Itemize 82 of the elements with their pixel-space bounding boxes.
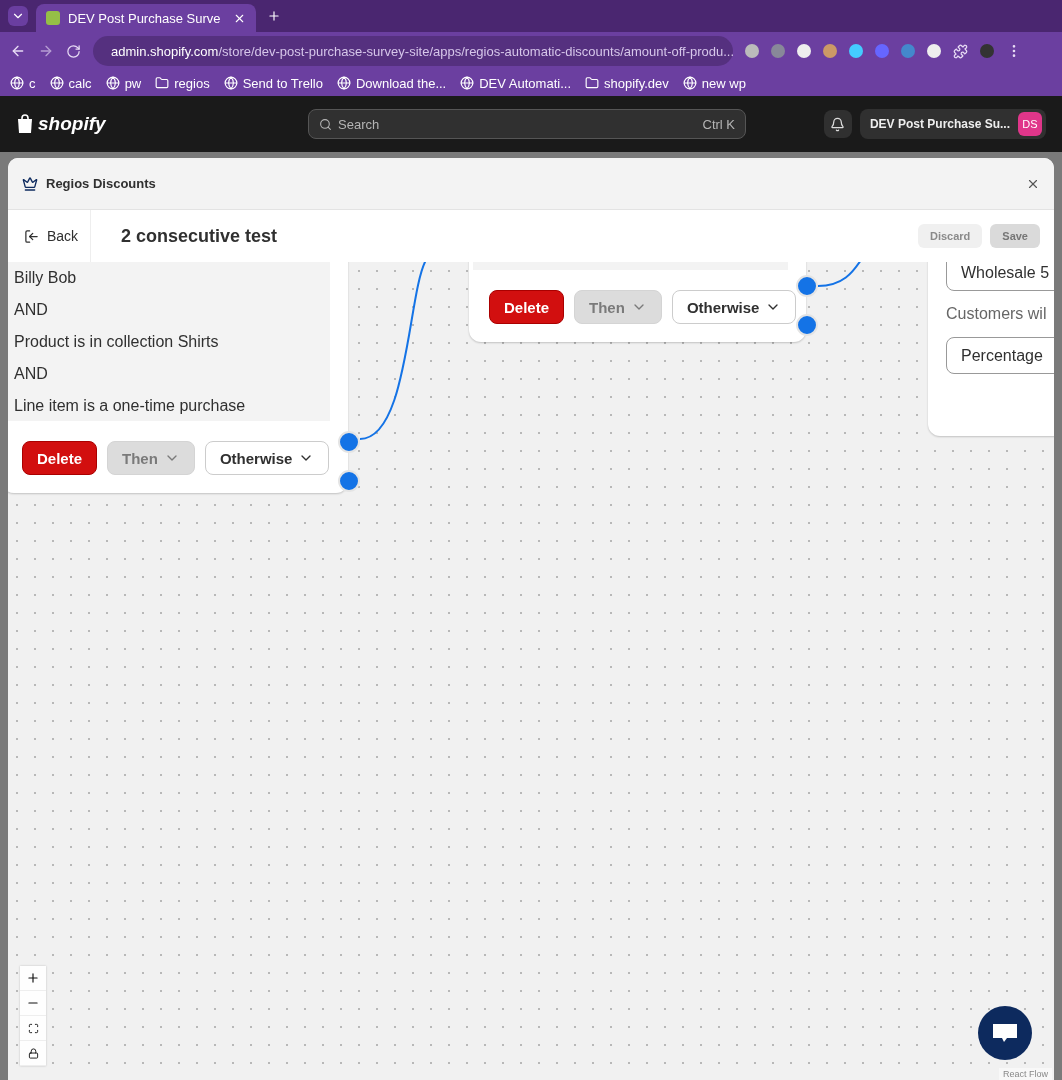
shortcut-hint: Ctrl K xyxy=(702,116,735,132)
bookmark[interactable]: new wp xyxy=(682,75,746,91)
tab-title: DEV Post Purchase Surve xyxy=(68,10,222,26)
connection-handle[interactable] xyxy=(796,275,818,297)
bookmark[interactable]: Send to Trello xyxy=(223,75,323,91)
folder-icon xyxy=(585,76,599,90)
text-field[interactable]: Wholesale 5 xyxy=(946,262,1054,291)
globe-icon xyxy=(682,76,697,90)
puzzle-icon[interactable] xyxy=(953,43,968,59)
bookmark-label: shopify.dev xyxy=(604,75,669,91)
extension-icon[interactable] xyxy=(823,44,837,58)
globe-icon xyxy=(336,76,351,90)
browser-tab[interactable]: DEV Post Purchase Surve xyxy=(36,4,256,32)
bookmark[interactable]: shopify.dev xyxy=(585,75,669,91)
avatar-initials: DS xyxy=(1018,112,1042,136)
extension-icon[interactable] xyxy=(797,44,811,58)
bookmark-label: Download the... xyxy=(355,75,447,91)
bookmark[interactable]: DEV Automati... xyxy=(460,75,571,91)
edge-line xyxy=(817,262,862,287)
bookmark-label: DEV Automati... xyxy=(479,75,571,91)
globe-icon xyxy=(460,76,475,90)
plus-icon xyxy=(267,9,281,23)
bookmark[interactable]: Download the... xyxy=(336,75,447,91)
condition-text: Line item is a one-time purchase xyxy=(14,396,247,415)
globe-icon xyxy=(10,76,24,90)
globe-icon xyxy=(49,76,64,90)
notifications-button[interactable] xyxy=(823,110,852,138)
reload-icon[interactable] xyxy=(66,43,81,59)
bookmark-label: Send to Trello xyxy=(242,75,323,91)
forward-icon[interactable] xyxy=(38,43,54,59)
help-text: Customers wil xyxy=(946,305,1048,323)
search-icon xyxy=(319,117,332,131)
exit-icon xyxy=(24,228,39,244)
bookmark-label: c xyxy=(29,75,36,91)
fit-view-button[interactable] xyxy=(20,1016,46,1041)
page-title: 2 consecutive test xyxy=(121,225,279,247)
condition-text: Product is in collection Shirts xyxy=(14,332,220,351)
search-field[interactable]: Search Ctrl K xyxy=(308,109,746,139)
address-bar[interactable]: admin.shopify.com/store/dev-post-purchase-survey-site/apps/regios-automatic-discounts/amount-off-produ... xyxy=(93,36,733,66)
bookmark-label: new wp xyxy=(701,75,746,91)
plus-icon xyxy=(26,971,40,985)
dropdown-button[interactable]: Otherwise xyxy=(204,441,330,475)
fit-view-icon xyxy=(27,1022,39,1034)
condition-text: Billy Bob xyxy=(14,268,78,287)
bookmark[interactable]: c xyxy=(10,75,36,91)
condition-text: AND xyxy=(14,300,49,319)
search-placeholder: Search xyxy=(338,116,381,132)
zoom-in-button[interactable] xyxy=(20,966,46,991)
delete-button[interactable]: Delete xyxy=(22,441,98,475)
connection-handle[interactable] xyxy=(338,431,360,453)
bookmark[interactable]: pw xyxy=(105,75,142,91)
globe-icon xyxy=(105,76,120,90)
bookmark[interactable]: regios xyxy=(155,75,210,91)
delete-button[interactable]: Delete xyxy=(489,290,565,324)
back-icon[interactable] xyxy=(10,43,26,59)
lock-icon xyxy=(27,1047,39,1059)
extension-icon[interactable] xyxy=(927,44,941,58)
lock-button[interactable] xyxy=(20,1041,46,1066)
zoom-out-button[interactable] xyxy=(20,991,46,1016)
extension-icon[interactable] xyxy=(745,44,759,58)
select-field[interactable]: Percentage xyxy=(946,337,1054,374)
condition-text: AND xyxy=(14,364,49,383)
crown-icon xyxy=(22,175,38,192)
brand-name: shopify xyxy=(38,113,106,135)
folder-icon xyxy=(155,76,170,90)
bookmark-label: regios xyxy=(174,75,210,91)
dropdown-button[interactable]: Otherwise xyxy=(671,290,797,324)
attribution-link[interactable]: React Flow xyxy=(999,1068,1052,1080)
bell-icon xyxy=(830,116,846,132)
bookmark-label: calc xyxy=(68,75,92,91)
globe-icon xyxy=(223,76,238,90)
bookmark[interactable]: calc xyxy=(49,75,92,91)
chat-button[interactable] xyxy=(978,1006,1032,1060)
chat-bubble-icon xyxy=(992,1022,1018,1044)
modal-title: Regios Discounts xyxy=(46,176,157,191)
connection-handle[interactable] xyxy=(796,314,818,336)
url-text: admin.shopify.com/store/dev-post-purchase-survey-site/apps/regios-automatic-discounts/amount-off-produ... xyxy=(111,43,735,59)
extension-icon[interactable] xyxy=(849,44,863,58)
connection-handle[interactable] xyxy=(338,470,360,492)
bookmark-label: pw xyxy=(124,75,142,91)
tab-list-button[interactable] xyxy=(8,6,28,26)
store-menu[interactable]: DEV Post Purchase Su... DS xyxy=(859,109,1046,139)
